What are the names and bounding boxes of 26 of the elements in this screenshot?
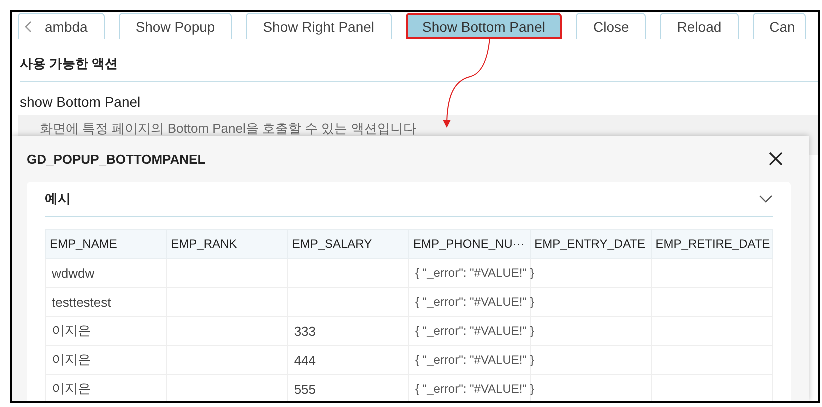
column-header[interactable]: EMP_RANK: [166, 230, 288, 258]
table-cell: 444: [288, 346, 409, 374]
table-cell: 333: [288, 316, 409, 346]
column-header[interactable]: EMP_NAME: [46, 230, 167, 258]
tab[interactable]: Show Right Panel: [246, 13, 392, 39]
chevron-down-icon[interactable]: [759, 195, 773, 203]
close-icon[interactable]: [769, 152, 783, 166]
table-cell: 이지은: [46, 316, 167, 346]
card-title: 예시: [45, 190, 71, 208]
tab[interactable]: Close: [576, 13, 646, 39]
table-cell: 이지은: [46, 346, 167, 374]
tab[interactable]: Show Bottom Panel: [406, 13, 562, 39]
action-name: show Bottom Panel: [20, 94, 142, 110]
column-header[interactable]: EMP_RETIRE_DATE: [651, 230, 772, 258]
scroll-left-icon[interactable]: [25, 21, 33, 33]
column-header[interactable]: EMP_ENTRY_DATE: [530, 230, 652, 258]
table-cell: 이지은: [46, 374, 167, 401]
section-heading: 사용 가능한 액션: [20, 55, 818, 82]
column-header[interactable]: EMP_SALARY: [288, 230, 409, 258]
column-header[interactable]: EMP_PHONE_NU···: [408, 230, 530, 258]
tab[interactable]: ambda: [18, 13, 105, 39]
tab[interactable]: Reload: [660, 13, 739, 39]
table-cell: wdwdw: [46, 258, 167, 288]
tab[interactable]: Show Popup: [118, 13, 232, 39]
table-cell: testtestest: [46, 288, 167, 316]
tab[interactable]: Can: [752, 13, 806, 39]
